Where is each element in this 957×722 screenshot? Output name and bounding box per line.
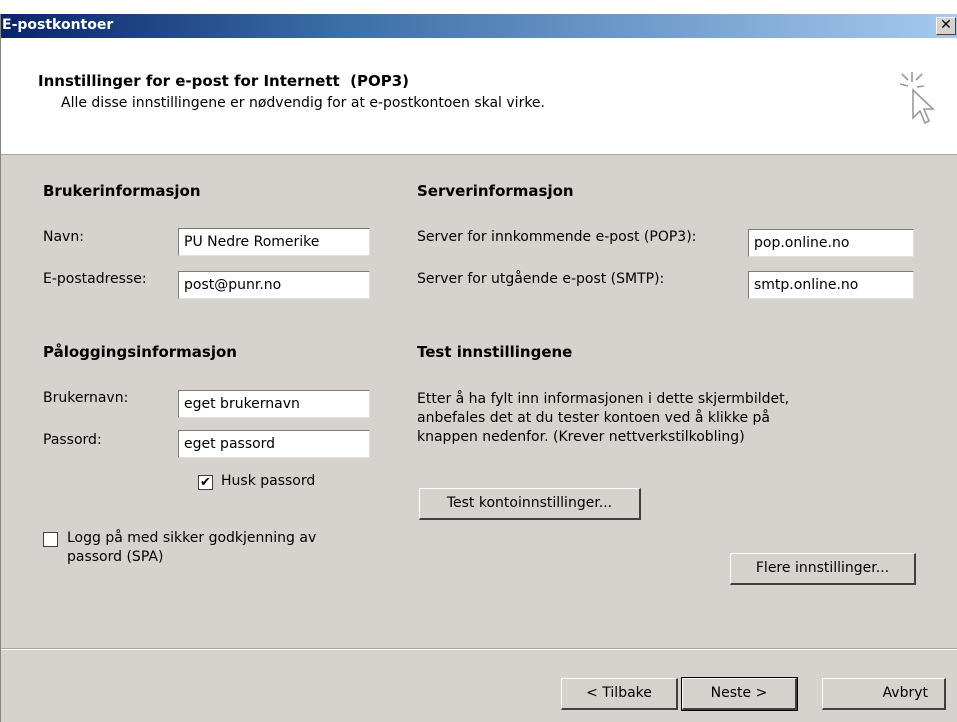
- test-instructions-line2: anbefales det at du tester kontoen ved å…: [417, 410, 771, 426]
- name-label: Navn:: [43, 229, 84, 245]
- email-accounts-dialog: E-postkontoer ✕ Innstillinger for e-post…: [0, 14, 957, 722]
- email-label: E-postadresse:: [43, 271, 147, 287]
- test-instructions-line1: Etter å ha fylt inn informasjonen i dett…: [417, 391, 790, 407]
- wizard-cursor-icon: [899, 72, 936, 125]
- checkmark-icon: ✔: [200, 475, 211, 490]
- header-panel: Innstillinger for e-post for Internett (…: [1, 38, 957, 155]
- page-description: Alle disse innstillingene er nødvendig f…: [61, 95, 545, 111]
- close-button[interactable]: ✕: [936, 17, 956, 35]
- password-label: Passord:: [43, 432, 102, 448]
- test-settings-heading: Test innstillingene: [417, 343, 573, 361]
- more-settings-button[interactable]: Flere innstillinger...: [730, 553, 916, 585]
- title-bar[interactable]: E-postkontoer ✕: [1, 14, 957, 38]
- name-field[interactable]: PU Nedre Romerike: [178, 228, 370, 256]
- back-button[interactable]: < Tilbake: [561, 678, 678, 710]
- login-info-heading: Påloggingsinformasjon: [43, 343, 237, 361]
- test-instructions-line3: knappen nedenfor. (Krever nettverkstilko…: [417, 429, 745, 445]
- outgoing-server-field[interactable]: smtp.online.no: [748, 271, 914, 299]
- spa-label-line2[interactable]: passord (SPA): [67, 549, 163, 565]
- page-title: Innstillinger for e-post for Internett (…: [38, 72, 410, 90]
- email-field[interactable]: post@punr.no: [178, 271, 370, 299]
- close-icon: ✕: [940, 17, 952, 33]
- username-label: Brukernavn:: [43, 390, 129, 406]
- footer-divider: [1, 648, 957, 650]
- remember-password-label[interactable]: Husk passord: [221, 473, 315, 489]
- incoming-server-label: Server for innkommende e-post (POP3):: [417, 229, 697, 245]
- spa-checkbox[interactable]: [43, 532, 58, 547]
- remember-password-checkbox[interactable]: ✔: [198, 475, 213, 490]
- spa-label-line1[interactable]: Logg på med sikker godkjenning av: [67, 530, 316, 546]
- server-info-heading: Serverinformasjon: [417, 182, 574, 200]
- next-button[interactable]: Neste >: [681, 677, 798, 711]
- cancel-button[interactable]: Avbryt: [822, 678, 946, 710]
- password-field[interactable]: eget passord: [178, 430, 370, 458]
- outgoing-server-label: Server for utgående e-post (SMTP):: [417, 271, 665, 287]
- username-field[interactable]: eget brukernavn: [178, 390, 370, 418]
- incoming-server-field[interactable]: pop.online.no: [748, 229, 914, 257]
- test-account-settings-button[interactable]: Test kontoinnstillinger...: [419, 488, 641, 520]
- user-info-heading: Brukerinformasjon: [43, 182, 201, 200]
- window-title: E-postkontoer: [2, 17, 114, 33]
